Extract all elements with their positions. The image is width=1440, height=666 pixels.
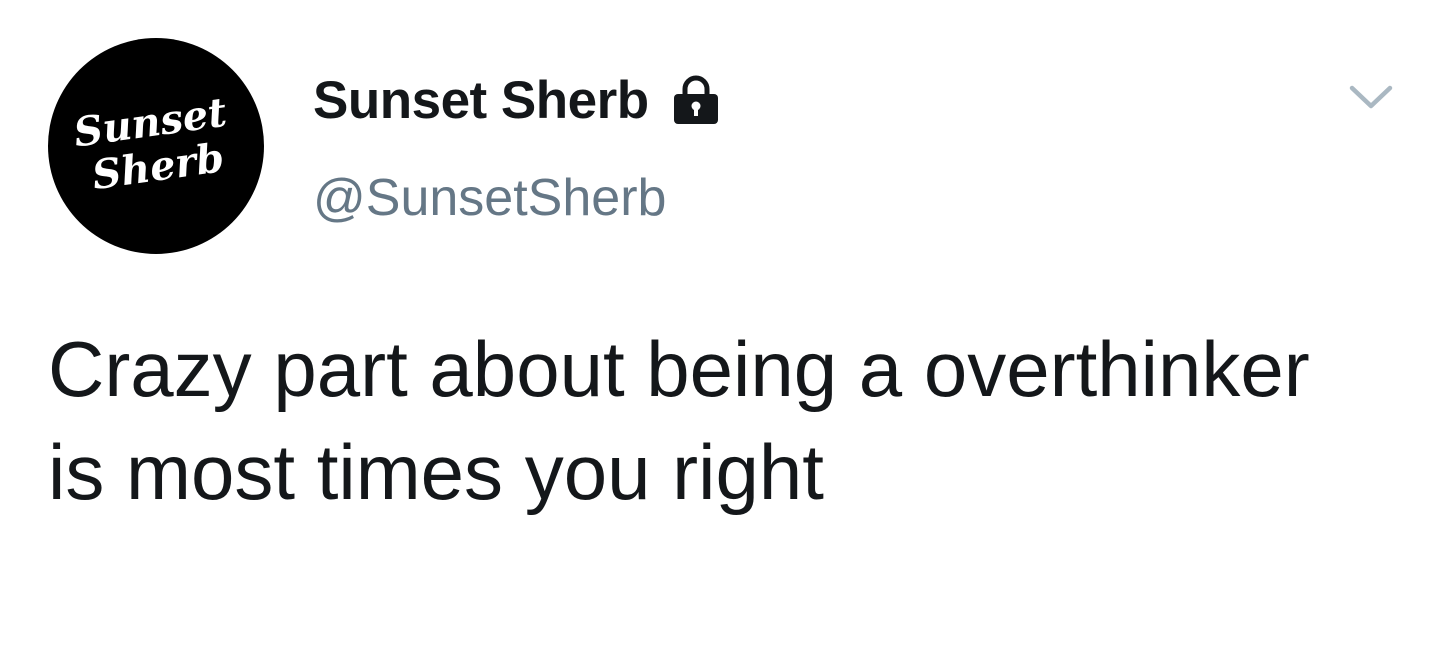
display-name[interactable]: Sunset Sherb <box>313 70 649 131</box>
avatar[interactable]: Sunset Sherb <box>48 38 264 254</box>
lock-icon <box>669 73 723 127</box>
avatar-logo: Sunset Sherb <box>71 89 230 200</box>
tweet-card: Sunset Sherb Sunset Sherb @SunsetSherb C… <box>0 0 1440 666</box>
author-name-row: Sunset Sherb <box>313 68 723 132</box>
tweet-text: Crazy part about being a overthinker is … <box>48 325 1310 516</box>
author-handle[interactable]: @SunsetSherb <box>313 168 666 228</box>
chevron-down-icon[interactable] <box>1346 76 1396 116</box>
